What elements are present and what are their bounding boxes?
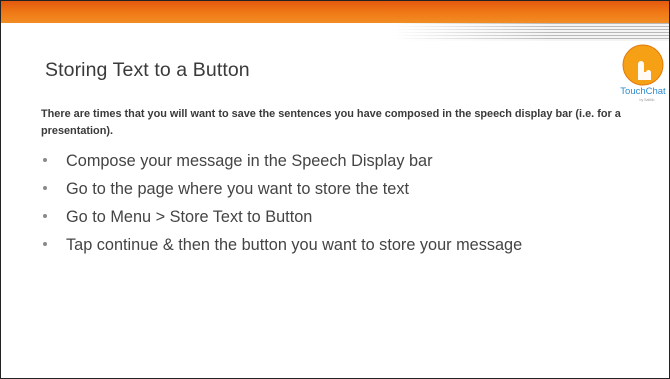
bullet-dot: [43, 242, 47, 246]
bullet-text: Go to the page where you want to store t…: [66, 180, 410, 198]
slide-title: Storing Text to a Button: [45, 59, 250, 81]
bullet-list: Compose your message in the Speech Displ…: [41, 149, 641, 261]
list-item: Tap continue & then the button you want …: [41, 233, 641, 257]
bullet-text: Tap continue & then the button you want …: [66, 236, 523, 254]
touchchat-logo-icon: TouchChat by Saltillo: [620, 44, 666, 102]
logo-text: TouchChat: [620, 86, 666, 97]
list-item: Go to Menu > Store Text to Button: [41, 205, 641, 229]
slide: Storing Text to a Button TouchChat by Sa…: [0, 0, 670, 379]
header-stripes-fade: [393, 23, 553, 41]
orange-header-bar: [1, 1, 669, 23]
list-item: Compose your message in the Speech Displ…: [41, 149, 641, 173]
list-item: Go to the page where you want to store t…: [41, 177, 641, 201]
logo-subtext: by Saltillo: [640, 98, 655, 102]
bullet-text: Compose your message in the Speech Displ…: [66, 152, 433, 170]
bullet-dot: [43, 158, 47, 162]
bullet-text: Go to Menu > Store Text to Button: [66, 208, 313, 226]
bullet-dot: [43, 186, 47, 190]
intro-text: There are times that you will want to sa…: [41, 108, 621, 137]
bullet-dot: [43, 214, 47, 218]
